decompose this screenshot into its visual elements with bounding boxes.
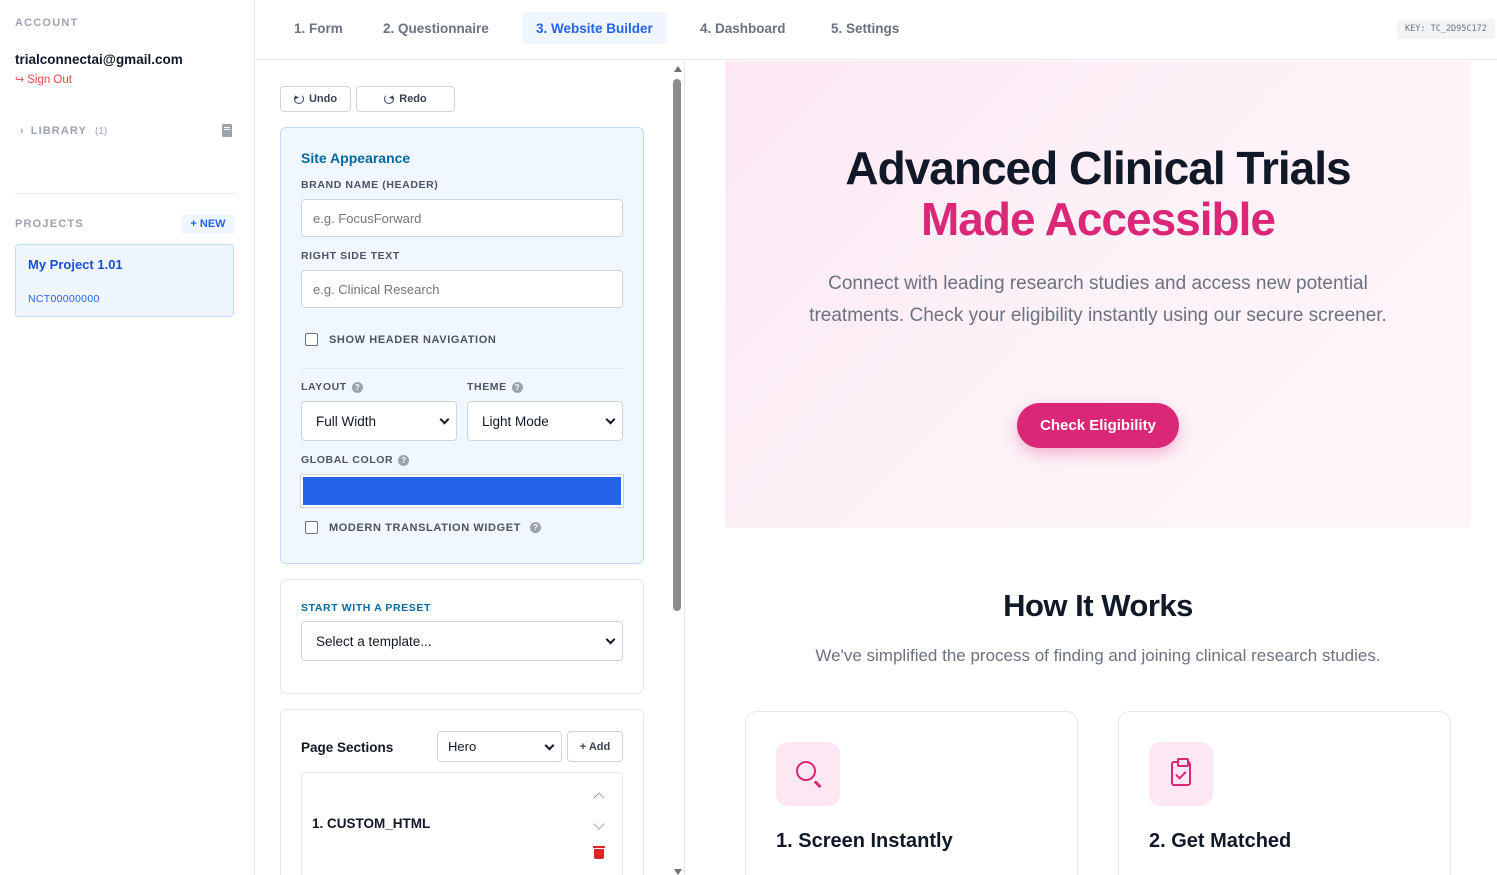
tab-settings[interactable]: 5. Settings	[817, 12, 913, 44]
scrollbar-thumb[interactable]	[673, 79, 681, 611]
tab-questionnaire[interactable]: 2. Questionnaire	[369, 12, 503, 44]
library-label: LIBRARY	[30, 125, 87, 137]
hero-section: Advanced Clinical Trials Made Accessible…	[725, 61, 1471, 528]
right-side-text-label: RIGHT SIDE TEXT	[301, 250, 400, 262]
preset-label: START WITH A PRESET	[301, 602, 432, 614]
page-sections-card: Page Sections Hero + Add 1. CUSTOM_HTML	[280, 709, 644, 875]
tab-form[interactable]: 1. Form	[280, 12, 357, 44]
chevron-down-icon	[439, 414, 450, 425]
tab-website-builder[interactable]: 3. Website Builder	[522, 12, 667, 44]
sidebar-divider	[15, 193, 235, 194]
top-tab-bar: 1. Form 2. Questionnaire 3. Website Buil…	[255, 0, 1497, 60]
tab-dashboard[interactable]: 4. Dashboard	[686, 12, 800, 44]
sign-out-label: Sign Out	[27, 73, 72, 86]
theme-select[interactable]: Light Mode	[467, 401, 623, 441]
global-color-label-text: GLOBAL COLOR	[301, 454, 394, 466]
chevron-right-icon: ›	[20, 125, 25, 137]
account-section-label: ACCOUNT	[15, 17, 79, 29]
step-icon-tile	[776, 742, 840, 806]
how-it-works-subtitle: We've simplified the process of finding …	[815, 646, 1381, 665]
layout-select[interactable]: Full Width	[301, 401, 457, 441]
scroll-up-arrow[interactable]	[674, 66, 682, 72]
translation-widget-checkbox[interactable]	[305, 521, 318, 534]
theme-label: THEME ?	[467, 381, 523, 393]
help-icon[interactable]: ?	[511, 381, 523, 393]
step-title: 2. Get Matched	[1149, 830, 1292, 852]
appearance-divider	[301, 368, 623, 369]
page-sections-title: Page Sections	[301, 740, 394, 755]
show-header-nav-row[interactable]: SHOW HEADER NAVIGATION	[305, 333, 496, 346]
check-eligibility-button[interactable]: Check Eligibility	[1017, 403, 1179, 448]
translation-widget-label: MODERN TRANSLATION WIDGET	[329, 521, 522, 534]
projects-section-label: PROJECTS	[15, 218, 84, 230]
preset-card: START WITH A PRESET Select a template...	[280, 579, 644, 694]
chevron-up-icon[interactable]	[592, 789, 606, 803]
clipboard-check-icon	[1171, 758, 1191, 786]
how-it-works-title: How It Works	[1003, 588, 1193, 623]
hero-title-accent: Made Accessible	[920, 193, 1276, 245]
translation-widget-row[interactable]: MODERN TRANSLATION WIDGET ?	[305, 521, 542, 534]
project-nct-id: NCT00000000	[28, 293, 100, 305]
undo-icon	[293, 94, 304, 104]
section-list-item: 1. CUSTOM_HTML	[301, 772, 623, 875]
redo-icon	[384, 94, 395, 104]
sign-out-link[interactable]: ↪ Sign Out	[15, 73, 72, 87]
global-color-label: GLOBAL COLOR ?	[301, 454, 410, 466]
brand-name-input[interactable]	[301, 199, 623, 237]
preset-select[interactable]: Select a template...	[301, 621, 623, 661]
theme-label-text: THEME	[467, 381, 507, 393]
site-appearance-card: Site Appearance BRAND NAME (HEADER) RIGH…	[280, 127, 644, 564]
project-name: My Project 1.01	[28, 257, 123, 272]
brand-name-label: BRAND NAME (HEADER)	[301, 179, 438, 191]
chevron-down-icon[interactable]	[592, 819, 606, 833]
show-header-nav-checkbox[interactable]	[305, 333, 318, 346]
step-title: 1. Screen Instantly	[776, 830, 953, 852]
builder-editor-panel: Undo Redo Site Appearance BRAND NAME (HE…	[255, 61, 685, 875]
chevron-down-icon	[544, 740, 555, 751]
brand-name-label-text: BRAND NAME (HEADER)	[301, 179, 439, 191]
right-side-text-input[interactable]	[301, 270, 623, 308]
new-project-button[interactable]: + NEW	[182, 214, 234, 234]
key-badge: KEY: TC_2D95C172	[1397, 19, 1495, 39]
sign-out-icon: ↪	[15, 74, 25, 86]
library-toggle[interactable]: › LIBRARY (1)	[20, 123, 232, 139]
layout-select-value: Full Width	[316, 413, 377, 429]
right-side-text-label-text: RIGHT SIDE TEXT	[301, 250, 400, 262]
help-icon[interactable]: ?	[351, 381, 363, 393]
search-icon	[796, 761, 816, 781]
project-card[interactable]: My Project 1.01 NCT00000000	[15, 244, 234, 317]
account-email: trialconnectai@gmail.com	[15, 52, 183, 67]
layout-label-text: LAYOUT	[301, 381, 347, 393]
section-item-name: 1. CUSTOM_HTML	[312, 816, 431, 831]
global-color-picker[interactable]	[300, 474, 624, 508]
hero-subtitle: Connect with leading research studies an…	[809, 273, 1387, 326]
help-icon[interactable]: ?	[530, 522, 542, 533]
section-type-value: Hero	[448, 739, 477, 754]
add-section-button[interactable]: + Add	[567, 731, 623, 762]
chevron-down-icon	[605, 634, 616, 645]
scroll-down-arrow[interactable]	[674, 869, 682, 875]
website-preview: Advanced Clinical Trials Made Accessible…	[686, 61, 1497, 875]
step-card: 1. Screen Instantly	[745, 711, 1078, 875]
step-card: 2. Get Matched	[1118, 711, 1451, 875]
undo-label: Undo	[308, 93, 338, 105]
theme-select-value: Light Mode	[482, 413, 549, 429]
redo-button[interactable]: Redo	[356, 86, 455, 112]
help-icon[interactable]: ?	[398, 454, 410, 466]
editor-scrollbar[interactable]	[670, 61, 684, 875]
sidebar: ACCOUNT trialconnectai@gmail.com ↪ Sign …	[0, 0, 255, 875]
hero-title: Advanced Clinical Trials	[845, 142, 1351, 194]
show-header-nav-label: SHOW HEADER NAVIGATION	[329, 333, 497, 346]
section-type-select[interactable]: Hero	[437, 731, 562, 762]
trash-icon[interactable]	[593, 846, 605, 859]
redo-label: Redo	[399, 93, 427, 105]
book-icon[interactable]	[222, 124, 232, 137]
step-icon-tile	[1149, 742, 1213, 806]
chevron-down-icon	[605, 414, 616, 425]
site-appearance-title: Site Appearance	[301, 150, 411, 166]
undo-button[interactable]: Undo	[280, 86, 351, 112]
library-count: (1)	[94, 125, 108, 137]
layout-label: LAYOUT ?	[301, 381, 363, 393]
preset-select-value: Select a template...	[316, 633, 432, 649]
